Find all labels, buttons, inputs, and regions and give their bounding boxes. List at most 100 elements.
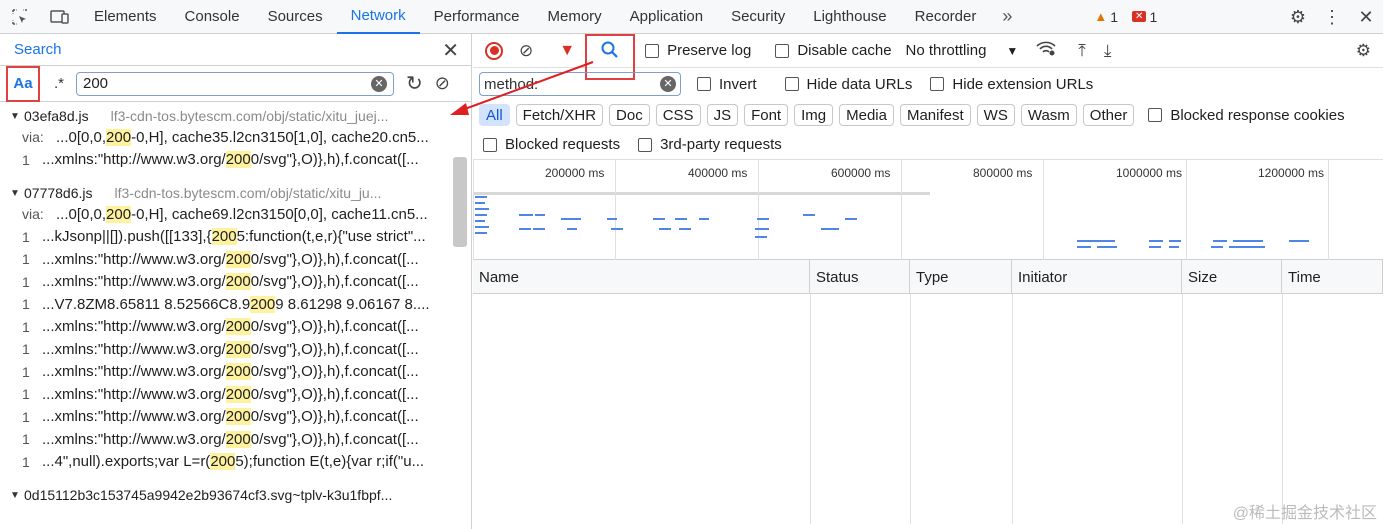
column-header-time[interactable]: Time (1282, 260, 1383, 294)
result-file[interactable]: ▼ 03efa8d.js lf3-cdn-tos.bytescm.com/obj/s… (0, 106, 471, 126)
type-filter-ws[interactable]: WS (976, 104, 1015, 126)
clear-results-icon[interactable]: ⊘ (435, 73, 450, 94)
expand-triangle-icon[interactable]: ▼ (10, 111, 24, 122)
tab-elements[interactable]: Elements (80, 0, 171, 34)
network-overview-timeline[interactable]: 200000 ms 400000 ms 600000 ms 800000 ms 1000… (473, 160, 1383, 260)
network-panel: ⊘ ▼ Preserve log Disable cache No thrott… (473, 33, 1383, 529)
preserve-log-checkbox[interactable]: Preserve log (645, 42, 751, 59)
tab-recorder[interactable]: Recorder (901, 0, 991, 34)
tab-lighthouse[interactable]: Lighthouse (799, 0, 900, 34)
throttling-select[interactable]: No throttling (906, 42, 987, 59)
result-line[interactable]: 1 ...4",null).exports;var L=r(2005);funct… (0, 451, 471, 474)
result-file[interactable]: ▼ 0d15112b3c153745a9942e2b93674cf3.svg~tp… (0, 485, 471, 505)
column-header-status[interactable]: Status (810, 260, 910, 294)
search-input[interactable]: 200 ✕ (76, 71, 394, 96)
network-toolbar: ⊘ ▼ Preserve log Disable cache No thrott… (473, 33, 1383, 80)
result-line[interactable]: 1 ...xmlns:"http://www.w3.org/2000/svg"},… (0, 406, 471, 429)
line-number: 1 (22, 431, 30, 448)
timeline-tick-label: 800000 ms (973, 166, 1033, 180)
type-filter-img[interactable]: Img (794, 104, 834, 126)
chevron-down-icon[interactable]: ▼ (1006, 44, 1018, 58)
expand-triangle-icon[interactable]: ▼ (10, 490, 24, 501)
line-number: 1 (22, 151, 30, 168)
match-case-button[interactable]: Aa (6, 65, 40, 102)
type-filter-js[interactable]: JS (706, 104, 739, 126)
tab-performance[interactable]: Performance (420, 0, 534, 34)
result-line[interactable]: 1 ...xmlns:"http://www.w3.org/2000/svg"},… (0, 338, 471, 361)
result-line[interactable]: 1 ...xmlns:"http://www.w3.org/2000/svg"},… (0, 361, 471, 384)
clear-search-icon[interactable]: ✕ (371, 75, 387, 92)
filter-input[interactable]: method: ✕ (479, 72, 681, 96)
column-header-type[interactable]: Type (910, 260, 1012, 294)
line-number: 1 (22, 318, 30, 335)
waterfall-bar (1097, 246, 1117, 248)
type-filter-wasm[interactable]: Wasm (1020, 104, 1077, 126)
search-toolbar: Aa .* 200 ✕ ↻ ⊘ (0, 65, 471, 102)
column-header-name[interactable]: Name (473, 260, 810, 294)
tab-application[interactable]: Application (616, 0, 717, 34)
warnings-counter[interactable]: ▲ 1 (1094, 9, 1118, 25)
hide-data-urls-checkbox[interactable]: Hide data URLs (784, 76, 912, 93)
column-header-size[interactable]: Size (1182, 260, 1282, 294)
timeline-gridline (1328, 160, 1329, 260)
tab-network[interactable]: Network (336, 0, 420, 34)
type-filter-media[interactable]: Media (839, 104, 894, 126)
invert-checkbox[interactable]: Invert (697, 76, 757, 93)
result-line[interactable]: 1 ...xmlns:"http://www.w3.org/2000/svg"},… (0, 428, 471, 451)
line-text: ...xmlns:"http://www.w3.org/2000/svg"},O… (42, 273, 419, 291)
refresh-icon[interactable]: ↻ (406, 71, 423, 96)
type-filter-font[interactable]: Font (744, 104, 789, 126)
result-line[interactable]: via: ...0[0,0,200-0,H], cache69.l2cn3150[… (0, 203, 471, 226)
result-line[interactable]: 1 ...xmlns:"http://www.w3.org/2000/svg"},… (0, 149, 471, 172)
waterfall-bar (475, 220, 485, 222)
device-toolbar-icon[interactable] (40, 0, 80, 34)
clear-filter-icon[interactable]: ✕ (660, 76, 676, 92)
tab-console[interactable]: Console (171, 0, 254, 34)
import-har-icon[interactable]: ⤒ (1078, 41, 1086, 61)
tab-memory[interactable]: Memory (534, 0, 616, 34)
timeline-gridline (1043, 160, 1044, 260)
expand-triangle-icon[interactable]: ▼ (10, 188, 24, 199)
result-line[interactable]: 1 ...xmlns:"http://www.w3.org/2000/svg"},… (0, 383, 471, 406)
result-line[interactable]: via: ...0[0,0,200-0,H], cache35.l2cn3150[… (0, 126, 471, 149)
result-file[interactable]: ▼ 07778d6.js lf3-cdn-tos.bytescm.com/obj/s… (0, 183, 471, 203)
disable-cache-checkbox[interactable]: Disable cache (775, 42, 892, 59)
blocked-cookies-checkbox[interactable]: Blocked response cookies (1148, 107, 1345, 124)
regex-button[interactable]: .* (44, 75, 74, 92)
network-settings-gear-icon[interactable]: ⚙ (1356, 41, 1371, 61)
result-file-name: 07778d6.js (24, 185, 93, 201)
search-panel: Search ✕ Aa .* 200 ✕ ↻ ⊘ ▼ 03efa8d.js lf3-… (0, 34, 472, 529)
tab-security[interactable]: Security (717, 0, 799, 34)
result-line[interactable]: 1 ...V7.8ZM8.65811 8.52566C8.92009 8.6129… (0, 293, 471, 316)
result-line[interactable]: 1 ...kJsonp||[]).push([[133],{2005:functi… (0, 226, 471, 249)
column-header-initiator[interactable]: Initiator (1012, 260, 1182, 294)
export-har-icon[interactable]: ⤓ (1104, 41, 1112, 61)
result-line[interactable]: 1 ...xmlns:"http://www.w3.org/2000/svg"},… (0, 271, 471, 294)
result-line[interactable]: 1 ...xmlns:"http://www.w3.org/2000/svg"},… (0, 248, 471, 271)
type-filter-fetch-xhr[interactable]: Fetch/XHR (515, 104, 604, 126)
waterfall-bar (1091, 240, 1115, 242)
close-search-icon[interactable]: ✕ (442, 38, 459, 63)
type-filter-css[interactable]: CSS (655, 104, 701, 126)
result-line[interactable]: 1 ...xmlns:"http://www.w3.org/2000/svg"},… (0, 316, 471, 339)
results-scrollbar[interactable] (453, 157, 467, 247)
close-devtools-icon[interactable]: ✕ (1349, 7, 1383, 28)
third-party-checkbox[interactable]: 3rd-party requests (638, 136, 782, 153)
line-number: via: (22, 206, 44, 223)
type-filter-manifest[interactable]: Manifest (899, 104, 971, 126)
tab-sources[interactable]: Sources (254, 0, 337, 34)
filter-funnel-icon[interactable]: ▼ (559, 42, 575, 60)
blocked-requests-checkbox[interactable]: Blocked requests (483, 136, 620, 153)
type-filter-other[interactable]: Other (1082, 104, 1135, 126)
type-filter-all[interactable]: All (479, 104, 510, 126)
more-tabs-icon[interactable]: » (990, 6, 1024, 27)
settings-gear-icon[interactable]: ⚙ (1281, 7, 1315, 28)
hide-extension-urls-checkbox[interactable]: Hide extension URLs (930, 76, 1093, 93)
type-filter-doc[interactable]: Doc (609, 104, 650, 126)
network-conditions-icon[interactable] (1036, 40, 1056, 61)
inspect-element-icon[interactable] (0, 0, 40, 34)
record-button[interactable] (485, 41, 503, 60)
errors-counter[interactable]: ✕ 1 (1132, 9, 1157, 25)
kebab-menu-icon[interactable]: ⋮ (1315, 7, 1349, 28)
clear-log-icon[interactable]: ⊘ (519, 41, 533, 61)
